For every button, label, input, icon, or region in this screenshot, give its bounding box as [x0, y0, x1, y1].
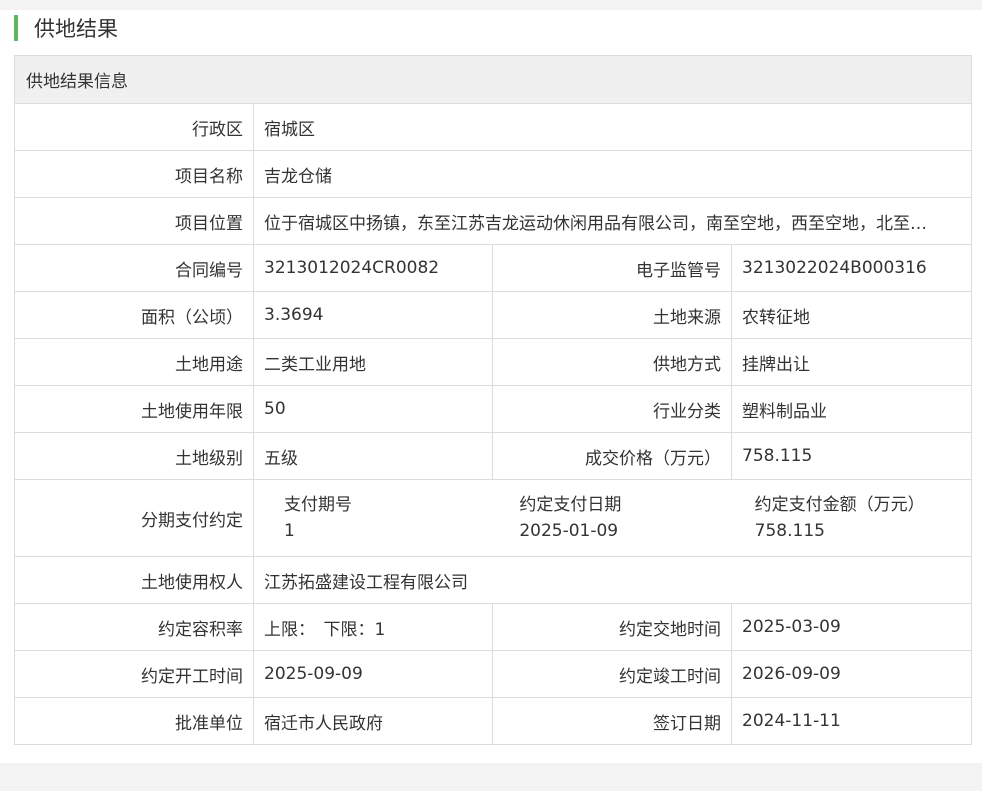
section-title: 供地结果	[34, 17, 118, 41]
table-row: 土地用途 二类工业用地 供地方式 挂牌出让	[14, 338, 972, 386]
table-row: 项目名称 吉龙仓储	[14, 150, 972, 198]
installment-col-period: 支付期号 1	[264, 492, 499, 544]
user-value: 江苏拓盛建设工程有限公司	[253, 556, 972, 604]
installment-amount-header: 约定支付金额（万元）	[754, 495, 925, 515]
far-label: 约定容积率	[14, 603, 254, 651]
table-row: 行政区 宿城区	[14, 103, 972, 151]
complete-value: 2026-09-09	[731, 650, 972, 698]
district-value: 宿城区	[253, 103, 972, 151]
area-value: 3.3694	[253, 291, 493, 339]
installment-col-date: 约定支付日期 2025-01-09	[499, 492, 734, 544]
land-source-value: 农转征地	[731, 291, 972, 339]
supply-method-label: 供地方式	[492, 338, 732, 386]
table-row: 合同编号 3213012024CR0082 电子监管号 3213022024B0…	[14, 244, 972, 292]
table-row: 约定开工时间 2025-09-09 约定竣工时间 2026-09-09	[14, 650, 972, 698]
table-header: 供地结果信息	[14, 55, 972, 104]
handover-value: 2025-03-09	[731, 603, 972, 651]
contract-no-label: 合同编号	[14, 244, 254, 292]
table-row: 面积（公顷） 3.3694 土地来源 农转征地	[14, 291, 972, 339]
table-row: 批准单位 宿迁市人民政府 签订日期 2024-11-11	[14, 697, 972, 745]
handover-label: 约定交地时间	[492, 603, 732, 651]
term-label: 土地使用年限	[14, 385, 254, 433]
supply-method-value: 挂牌出让	[731, 338, 972, 386]
price-label: 成交价格（万元）	[492, 432, 732, 480]
table-row: 分期支付约定 支付期号 1 约定支付日期 2025-01-09 约定支付金额（万…	[14, 479, 972, 557]
industry-label: 行业分类	[492, 385, 732, 433]
area-label: 面积（公顷）	[14, 291, 254, 339]
installment-period-value: 1	[284, 521, 295, 541]
land-supply-result-table: 供地结果信息 行政区 宿城区 项目名称 吉龙仓储 项目位置 位于宿城区中扬镇，东…	[14, 55, 972, 745]
installment-value: 支付期号 1 约定支付日期 2025-01-09 约定支付金额（万元） 758.…	[253, 479, 972, 557]
approver-value: 宿迁市人民政府	[253, 697, 493, 745]
term-value: 50	[253, 385, 493, 433]
land-source-label: 土地来源	[492, 291, 732, 339]
section-header: 供地结果	[14, 14, 118, 42]
district-label: 行政区	[14, 103, 254, 151]
table-row: 土地使用年限 50 行业分类 塑料制品业	[14, 385, 972, 433]
installment-col-amount: 约定支付金额（万元） 758.115	[735, 492, 970, 544]
location-label: 项目位置	[14, 197, 254, 245]
far-value: 上限： 下限：1	[253, 603, 493, 651]
installment-label: 分期支付约定	[14, 479, 254, 557]
user-label: 土地使用权人	[14, 556, 254, 604]
title-accent-bar	[14, 15, 18, 41]
supervision-no-value: 3213022024B000316	[731, 244, 972, 292]
industry-value: 塑料制品业	[731, 385, 972, 433]
grade-value: 五级	[253, 432, 493, 480]
table-header-row: 供地结果信息	[14, 55, 972, 104]
installment-date-value: 2025-01-09	[519, 521, 619, 541]
supervision-no-label: 电子监管号	[492, 244, 732, 292]
start-label: 约定开工时间	[14, 650, 254, 698]
land-use-label: 土地用途	[14, 338, 254, 386]
sign-date-value: 2024-11-11	[731, 697, 972, 745]
table-row: 土地使用权人 江苏拓盛建设工程有限公司	[14, 556, 972, 604]
installment-subtable: 支付期号 1 约定支付日期 2025-01-09 约定支付金额（万元） 758.…	[264, 492, 970, 544]
project-name-label: 项目名称	[14, 150, 254, 198]
start-value: 2025-09-09	[253, 650, 493, 698]
installment-date-header: 约定支付日期	[519, 495, 622, 515]
price-value: 758.115	[731, 432, 972, 480]
installment-period-header: 支付期号	[284, 495, 352, 515]
table-row: 土地级别 五级 成交价格（万元） 758.115	[14, 432, 972, 480]
sign-date-label: 签订日期	[492, 697, 732, 745]
approver-label: 批准单位	[14, 697, 254, 745]
table-row: 项目位置 位于宿城区中扬镇，东至江苏吉龙运动休闲用品有限公司，南至空地，西至空地…	[14, 197, 972, 245]
grade-label: 土地级别	[14, 432, 254, 480]
location-value: 位于宿城区中扬镇，东至江苏吉龙运动休闲用品有限公司，南至空地，西至空地，北至…	[253, 197, 972, 245]
complete-label: 约定竣工时间	[492, 650, 732, 698]
project-name-value: 吉龙仓储	[253, 150, 972, 198]
land-use-value: 二类工业用地	[253, 338, 493, 386]
installment-amount-value: 758.115	[754, 521, 825, 541]
contract-no-value: 3213012024CR0082	[253, 244, 493, 292]
table-row: 约定容积率 上限： 下限：1 约定交地时间 2025-03-09	[14, 603, 972, 651]
